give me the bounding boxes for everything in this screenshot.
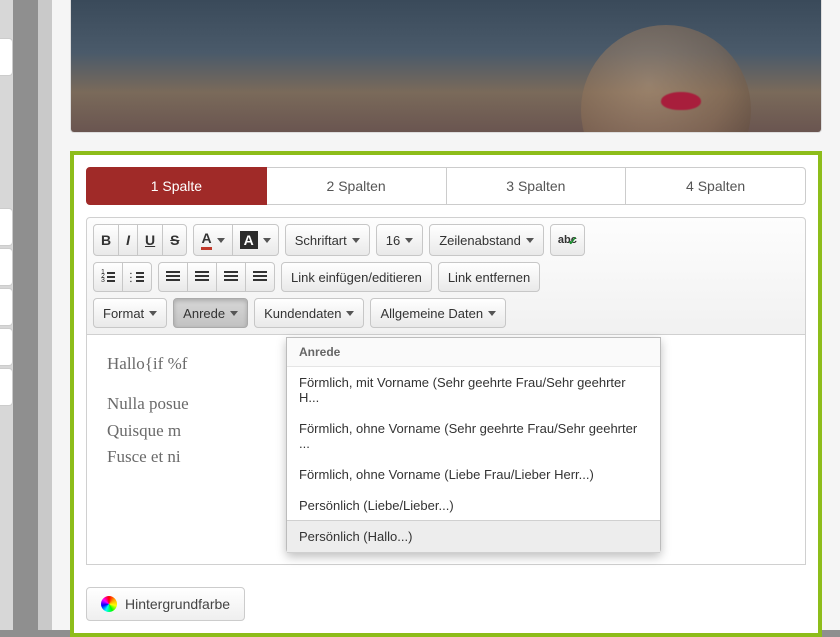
customer-data-label: Kundendaten [264,306,341,321]
content-text: Quisque m [107,421,181,440]
caret-icon [405,238,413,243]
content-text: Hallo{if %f [107,354,187,373]
sidebar-handle[interactable] [0,38,13,76]
sidebar-handle[interactable] [0,208,13,246]
spellcheck-button[interactable] [550,224,585,256]
dropdown-item-personal-hallo[interactable]: Persönlich (Hallo...) [287,520,660,553]
content-text: Nulla posue [107,394,189,413]
underline-icon: U [145,232,155,248]
underline-button[interactable]: U [137,224,163,256]
align-left-button[interactable] [158,262,188,292]
background-color-button[interactable]: A [232,224,279,256]
sidebar-handle[interactable] [0,328,13,366]
dropdown-header: Anrede [287,338,660,367]
tab-1-column[interactable]: 1 Spalte [86,167,267,205]
bold-icon: B [101,232,111,248]
insert-link-button[interactable]: Link einfügen/editieren [281,262,432,292]
general-data-dropdown[interactable]: Allgemeine Daten [370,298,506,328]
sidebar-handle[interactable] [0,368,13,406]
general-data-label: Allgemeine Daten [380,306,483,321]
format-dropdown[interactable]: Format [93,298,167,328]
align-center-button[interactable] [187,262,217,292]
column-layout-tabs: 1 Spalte 2 Spalten 3 Spalten 4 Spalten [86,167,806,205]
strikethrough-icon: S [170,232,179,248]
bg-color-icon: A [240,231,258,249]
caret-icon [149,311,157,316]
align-right-icon [224,271,238,283]
align-justify-button[interactable] [245,262,275,292]
tab-2-columns[interactable]: 2 Spalten [267,167,447,205]
sidebar-handle[interactable] [0,288,13,326]
spellcheck-icon [558,235,577,246]
text-color-icon: A [201,230,211,250]
caret-icon [346,311,354,316]
dropdown-item-formal-with-firstname[interactable]: Förmlich, mit Vorname (Sehr geehrte Frau… [287,367,660,413]
unordered-list-icon [130,271,144,283]
align-justify-icon [253,271,267,283]
strike-button[interactable]: S [162,224,187,256]
font-family-label: Schriftart [295,233,347,248]
font-family-dropdown[interactable]: Schriftart [285,224,370,256]
salutation-dropdown[interactable]: Anrede [173,298,248,328]
sidebar-handle[interactable] [0,248,13,286]
font-size-value: 16 [386,233,400,248]
background-color-picker-button[interactable]: Hintergrundfarbe [86,587,245,621]
dropdown-item-personal-liebe[interactable]: Persönlich (Liebe/Lieber...) [287,490,660,521]
remove-link-button[interactable]: Link entfernen [438,262,540,292]
tab-4-columns[interactable]: 4 Spalten [626,167,806,205]
format-label: Format [103,306,144,321]
header-image [70,0,822,133]
salutation-dropdown-menu: Anrede Förmlich, mit Vorname (Sehr geehr… [286,337,661,553]
italic-button[interactable]: I [118,224,138,256]
bold-button[interactable]: B [93,224,119,256]
caret-icon [526,238,534,243]
customer-data-dropdown[interactable]: Kundendaten [254,298,364,328]
dropdown-item-formal-without-firstname[interactable]: Förmlich, ohne Vorname (Sehr geehrte Fra… [287,413,660,459]
text-color-button[interactable]: A [193,224,232,256]
align-center-icon [195,271,209,283]
caret-icon [230,311,238,316]
tab-3-columns[interactable]: 3 Spalten [447,167,627,205]
italic-icon: I [126,232,130,248]
caret-icon [263,238,271,243]
unordered-list-button[interactable] [122,262,152,292]
line-spacing-label: Zeilenabstand [439,233,521,248]
line-spacing-dropdown[interactable]: Zeilenabstand [429,224,544,256]
align-right-button[interactable] [216,262,246,292]
align-left-icon [166,271,180,283]
caret-icon [352,238,360,243]
caret-icon [217,238,225,243]
caret-icon [488,311,496,316]
color-wheel-icon [101,596,117,612]
background-color-label: Hintergrundfarbe [125,596,230,612]
ordered-list-button[interactable] [93,262,123,292]
dropdown-item-formal-liebe[interactable]: Förmlich, ohne Vorname (Liebe Frau/Liebe… [287,459,660,490]
content-text: Fusce et ni [107,447,181,466]
rich-text-toolbar: B I U S A A Schriftart 16 Zeilenabstand [86,217,806,335]
font-size-dropdown[interactable]: 16 [376,224,423,256]
ordered-list-icon [101,271,115,283]
salutation-label: Anrede [183,306,225,321]
